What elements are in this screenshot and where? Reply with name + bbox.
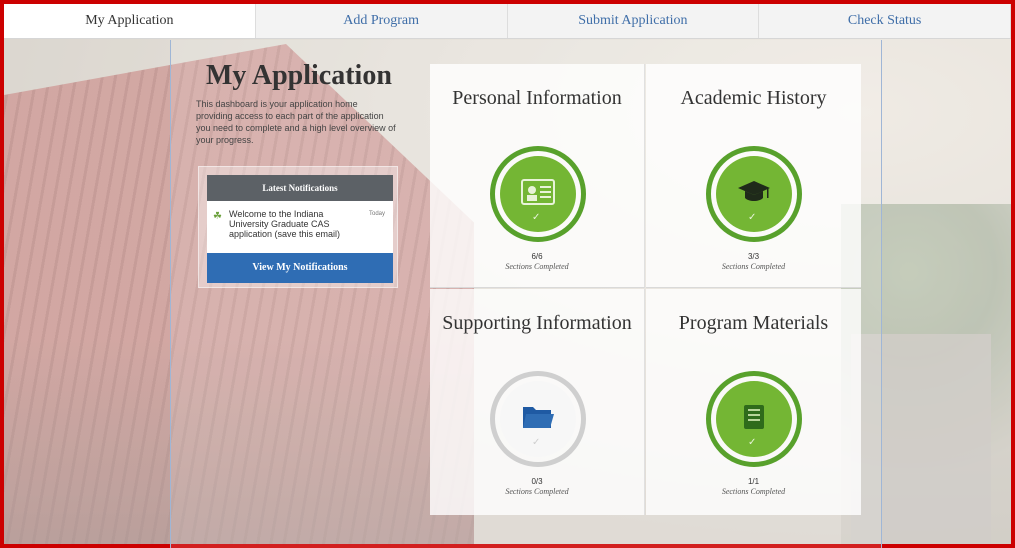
- notifications-card: Latest Notifications ☘ Welcome to the In…: [198, 166, 398, 288]
- tile-personal-information[interactable]: Personal Information ✓ 6/6 Sections Comp…: [430, 64, 645, 288]
- progress-label: Sections Completed: [721, 262, 786, 271]
- tab-add-program[interactable]: Add Program: [256, 4, 508, 38]
- progress-count: 3/3: [747, 252, 760, 261]
- graduation-cap-icon: [738, 181, 770, 201]
- tile-title: Personal Information: [452, 87, 622, 109]
- tile-academic-history[interactable]: Academic History ✓ 3/3 Sections Complete…: [646, 64, 861, 288]
- tile-title: Supporting Information: [442, 312, 632, 334]
- progress-circle: ✓: [706, 146, 802, 242]
- tab-check-status[interactable]: Check Status: [759, 4, 1011, 38]
- id-card-icon: [521, 179, 555, 205]
- leaf-icon: ☘: [213, 211, 222, 222]
- progress-circle: ✓: [706, 371, 802, 467]
- notification-text: Welcome to the Indiana University Gradua…: [229, 209, 341, 239]
- progress-count: 0/3: [531, 477, 543, 486]
- progress-inner: ✓: [500, 381, 576, 457]
- tab-submit-application[interactable]: Submit Application: [508, 4, 760, 38]
- tile-supporting-information[interactable]: Supporting Information ✓ 0/3 Sections Co…: [430, 289, 645, 515]
- top-tabs: My Application Add Program Submit Applic…: [4, 4, 1011, 39]
- progress-count: 6/6: [531, 252, 543, 261]
- tab-my-application[interactable]: My Application: [4, 4, 256, 38]
- tile-title: Program Materials: [678, 312, 829, 334]
- notification-date: Today: [368, 211, 385, 217]
- progress-count: 1/1: [747, 477, 760, 486]
- progress-inner: ✓: [716, 156, 792, 232]
- notification-item[interactable]: ☘ Welcome to the Indiana University Grad…: [207, 201, 393, 253]
- progress-circle: ✓: [490, 371, 586, 467]
- check-icon: ✓: [748, 212, 757, 223]
- progress-label: Sections Completed: [721, 487, 786, 496]
- tile-title: Academic History: [680, 87, 827, 109]
- folder-icon: [523, 407, 554, 428]
- progress-label: Sections Completed: [505, 262, 569, 271]
- intro-section: My Application This dashboard is your ap…: [196, 60, 406, 146]
- check-icon: ✓: [532, 212, 541, 223]
- view-notifications-button[interactable]: View My Notifications: [207, 253, 393, 283]
- book-icon: [744, 405, 764, 429]
- progress-circle: ✓: [490, 146, 586, 242]
- notifications-heading: Latest Notifications: [207, 175, 393, 201]
- check-icon: ✓: [532, 437, 541, 448]
- check-icon: ✓: [748, 437, 757, 448]
- progress-inner: ✓: [500, 156, 576, 232]
- progress-inner: ✓: [716, 381, 792, 457]
- tile-program-materials[interactable]: Program Materials ✓ 1/1 Sections Complet…: [646, 289, 861, 515]
- progress-label: Sections Completed: [505, 487, 569, 496]
- page-title: My Application: [206, 60, 392, 91]
- page-description: This dashboard is your application home …: [196, 99, 396, 145]
